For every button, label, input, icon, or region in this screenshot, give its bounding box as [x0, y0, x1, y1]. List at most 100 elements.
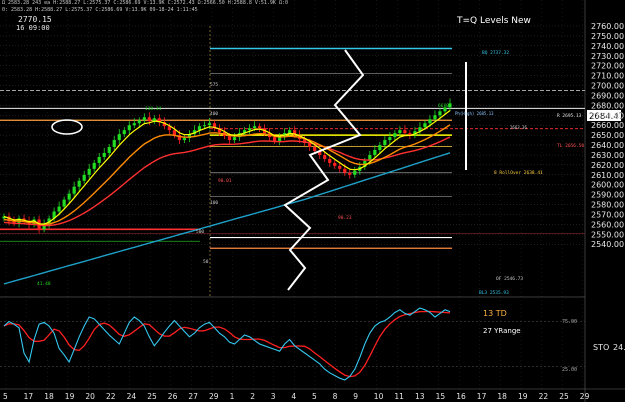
label-level-s1: OF 2546.73	[496, 276, 523, 282]
x-tick: 3	[271, 392, 276, 401]
candle-body	[132, 123, 136, 126]
header-time: 16 09:00	[16, 24, 50, 32]
candle-body	[87, 168, 91, 175]
price-tick: 2700.00	[591, 82, 624, 91]
candle-body	[343, 168, 347, 173]
label-level-pivot: 8 RollOver 2638.41	[494, 170, 543, 176]
price-tick: 2650.00	[591, 131, 624, 140]
label-small-right: 66.00	[438, 103, 452, 109]
candle-body	[348, 172, 352, 175]
price-tick: 2610.00	[591, 171, 624, 180]
x-tick: 10	[374, 392, 384, 401]
x-tick: 22	[106, 392, 116, 401]
label-small-mid: 90.01	[218, 178, 232, 184]
x-tick: 17	[24, 392, 34, 401]
x-tick: 18	[497, 392, 507, 401]
candle-body	[333, 162, 337, 166]
marker-500: 500	[196, 229, 204, 235]
candle-body	[378, 145, 382, 150]
candle-body	[107, 147, 111, 153]
marker-400: 400	[210, 111, 218, 117]
chart-svg: Ω 2583.28 243 ea H:2588.27 L:2575.37 C:2…	[0, 0, 625, 402]
x-tick: 5	[312, 392, 317, 401]
candle-body	[147, 117, 151, 122]
header-price: 2770.15	[18, 15, 52, 24]
x-tick: 19	[65, 392, 75, 401]
candle-body	[67, 193, 71, 200]
price-tick: 2690.00	[591, 91, 624, 100]
profile-zigzag	[283, 49, 365, 291]
candle-body	[202, 125, 207, 127]
price-tick: 2620.00	[591, 161, 624, 170]
ma-long-line	[3, 152, 451, 285]
price-tick: 2720.00	[591, 62, 624, 71]
candle-body	[323, 154, 327, 159]
candle-body	[77, 180, 81, 187]
candle-body	[207, 123, 212, 126]
price-tick: 2570.00	[591, 210, 624, 219]
x-tick: 29	[209, 392, 219, 401]
x-tick: 29	[580, 392, 590, 401]
label-level-r2: BQ 2737.32	[482, 50, 509, 56]
price-tick: 2590.00	[591, 191, 624, 200]
candle-body	[172, 130, 176, 136]
marker-100: 100	[210, 200, 218, 206]
x-tick: 4	[291, 392, 296, 401]
candle-body	[247, 128, 252, 131]
x-tick: 25	[559, 392, 569, 401]
price-tick: 2600.00	[591, 181, 624, 190]
x-tick: 8	[333, 392, 338, 401]
label-yel-tag: 2663.36	[510, 125, 527, 130]
candle-body	[438, 111, 442, 116]
x-tick: 15	[436, 392, 446, 401]
candle-body	[102, 152, 106, 157]
candle-body	[57, 206, 61, 212]
candle-body	[112, 140, 116, 148]
x-tick: 5	[3, 392, 8, 401]
marker-575: 575	[210, 82, 218, 88]
candle-body	[328, 158, 332, 163]
price-tick: 2660.00	[591, 121, 624, 130]
price-tick: 2740.00	[591, 42, 624, 51]
candle-body	[388, 137, 392, 141]
price-tick: 2730.00	[591, 52, 624, 61]
osc-level-75: 75.00	[562, 319, 577, 325]
candle-body	[117, 134, 121, 141]
annotation-ellipse	[51, 119, 83, 135]
candle-body	[137, 120, 141, 124]
marker-50: 50	[203, 259, 209, 265]
candle-body	[252, 126, 257, 129]
candle-body	[423, 123, 427, 128]
price-tick: 2640.00	[591, 141, 624, 150]
candle-body	[353, 170, 357, 175]
candle-body	[82, 174, 86, 181]
x-tick: 26	[168, 392, 178, 401]
x-tick: 22	[539, 392, 549, 401]
candle-body	[398, 130, 402, 134]
x-tick: 17	[477, 392, 487, 401]
x-tick: 11	[394, 392, 404, 401]
candle-body	[373, 150, 377, 155]
candle-body	[383, 140, 387, 146]
osc-label-yrange: 27 YRange	[483, 327, 521, 335]
price-tick: 2560.00	[591, 220, 624, 229]
candle-body	[227, 136, 232, 141]
x-tick: 18	[44, 392, 54, 401]
ma-fast-line	[3, 110, 451, 225]
candle-body	[62, 199, 66, 207]
price-tick: 2750.00	[591, 32, 624, 41]
candle-body	[338, 165, 342, 169]
label-level-r1: R 2695.13	[557, 113, 582, 119]
price-tick: 2540.00	[591, 240, 624, 249]
price-tick: 2550.00	[591, 230, 624, 239]
candle-body	[403, 130, 407, 134]
price-tick: 2580.00	[591, 201, 624, 210]
candle-body	[428, 119, 432, 124]
candle-body	[273, 137, 277, 142]
label-small-top: 138.34	[145, 106, 162, 112]
candle-body	[97, 156, 101, 163]
candle-body	[127, 125, 131, 131]
x-tick: 25	[147, 392, 157, 401]
chart-title: T=Q Levels New	[456, 16, 531, 26]
osc-label-sto: STO	[593, 343, 609, 352]
